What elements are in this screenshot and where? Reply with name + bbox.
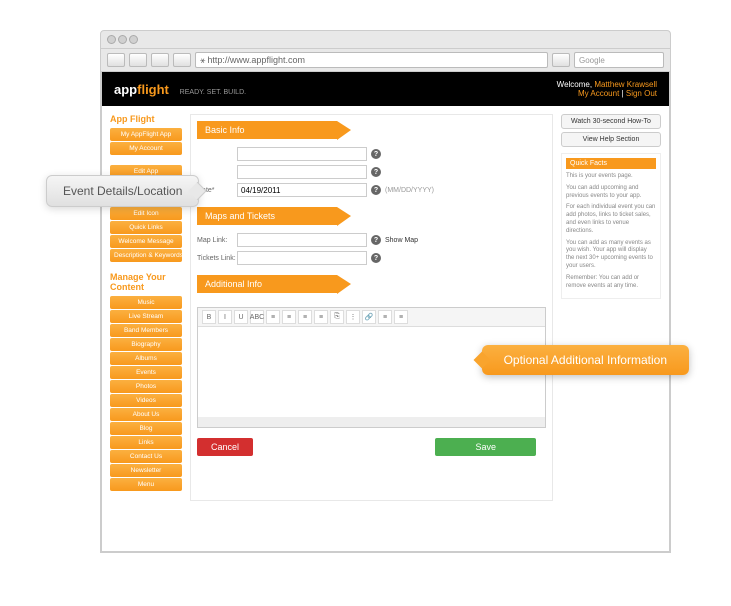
url-text: http://www.appflight.com [207,55,305,65]
location-input[interactable] [237,165,367,179]
sidebar-item[interactable]: Live Stream [110,310,182,323]
sidebar-item[interactable]: Photos [110,380,182,393]
editor-tool-button[interactable]: ≡ [394,310,408,324]
my-account-link[interactable]: My Account [578,89,619,98]
sidebar-section-content: Manage Your Content [110,272,182,292]
main-layout: App Flight My AppFlight AppMy Account Ed… [102,106,669,509]
minimize-window-btn[interactable] [118,35,127,44]
quick-facts-box: Quick Facts This is your events page. Yo… [561,153,661,299]
editor-tool-button[interactable]: U [234,310,248,324]
action-buttons: Cancel Save [197,438,546,456]
editor-tool-button[interactable]: ABC [250,310,264,324]
close-window-btn[interactable] [107,35,116,44]
refresh-button[interactable] [151,53,169,67]
tagline: READY. SET. BUILD. [180,89,246,96]
tickets-link-input[interactable] [237,251,367,265]
editor-tool-button[interactable]: B [202,310,216,324]
editor-tool-button[interactable]: ≡ [266,310,280,324]
save-button[interactable]: Save [435,438,536,456]
sidebar-item[interactable]: Description & Keywords [110,249,182,262]
help-icon[interactable]: ? [371,167,381,177]
quick-fact: You can add upcoming and previous events… [566,185,656,201]
sidebar-item[interactable]: Edit Icon [110,207,182,220]
editor-tool-button[interactable]: 🔗 [362,310,376,324]
map-link-label: Map Link: [197,237,237,244]
editor-tool-button[interactable]: ≡ [298,310,312,324]
search-placeholder: Google [579,56,605,65]
home-button[interactable] [173,53,191,67]
sidebar-item[interactable]: About Us [110,408,182,421]
sign-out-link[interactable]: Sign Out [626,89,657,98]
sidebar: App Flight My AppFlight AppMy Account Ed… [110,114,182,501]
tickets-link-label: Tickets Link: [197,255,237,262]
sidebar-item[interactable]: Events [110,366,182,379]
sidebar-item[interactable]: Quick Links [110,221,182,234]
back-button[interactable] [107,53,125,67]
help-icon[interactable]: ? [371,185,381,195]
sidebar-item[interactable]: Music [110,296,182,309]
map-link-input[interactable] [237,233,367,247]
quick-fact: Remember: You can add or remove events a… [566,275,656,291]
view-help-button[interactable]: View Help Section [561,132,661,147]
logo: appflight [114,82,169,97]
sidebar-item[interactable]: Band Members [110,324,182,337]
cancel-button[interactable]: Cancel [197,438,253,456]
maps-tickets-header: Maps and Tickets [197,207,337,225]
sidebar-item[interactable]: Videos [110,394,182,407]
editor-tool-button[interactable]: ≡ [314,310,328,324]
account-links: My Account | Sign Out [557,89,657,98]
watch-howto-button[interactable]: Watch 30-second How-To [561,114,661,129]
date-input[interactable] [237,183,367,197]
sidebar-item[interactable]: Links [110,436,182,449]
editor-tool-button[interactable]: ⎘ [330,310,344,324]
date-hint: (MM/DD/YYYY) [385,187,434,194]
additional-info-header: Additional Info [197,275,337,293]
sidebar-item[interactable]: Biography [110,338,182,351]
sidebar-item[interactable]: My Account [110,142,182,155]
editor-tool-button[interactable]: ⋮ [346,310,360,324]
right-panel: Watch 30-second How-To View Help Section… [561,114,661,501]
search-bar[interactable]: Google [574,52,664,68]
show-map-link[interactable]: Show Map [385,237,418,244]
editor-tool-button[interactable]: I [218,310,232,324]
welcome-text: Welcome, Matthew Krawsell [557,80,657,89]
logo-area: appflight READY. SET. BUILD. [114,82,246,97]
account-area: Welcome, Matthew Krawsell My Account | S… [557,80,657,98]
reload-button[interactable] [552,53,570,67]
editor-tool-button[interactable]: ≡ [282,310,296,324]
sidebar-item[interactable]: Welcome Message [110,235,182,248]
title-input[interactable] [237,147,367,161]
sidebar-item[interactable]: Blog [110,422,182,435]
quick-facts-header: Quick Facts [566,158,656,169]
help-icon[interactable]: ? [371,253,381,263]
basic-info-header: Basic Info [197,121,337,139]
editor-toolbar: BIUABC≡≡≡≡⎘⋮🔗≡≡ [198,308,545,327]
sidebar-item[interactable]: Newsletter [110,464,182,477]
help-icon[interactable]: ? [371,149,381,159]
sidebar-item[interactable]: My AppFlight App [110,128,182,141]
sidebar-item[interactable]: Contact Us [110,450,182,463]
browser-toolbar: ⚹http://www.appflight.com Google [101,49,670,72]
page-content: appflight READY. SET. BUILD. Welcome, Ma… [101,72,670,552]
editor-footer [198,417,545,427]
quick-fact: For each individual event you can add ph… [566,204,656,235]
forward-button[interactable] [129,53,147,67]
quick-fact: You can add as many events as you wish. … [566,240,656,271]
sidebar-item[interactable]: Menu [110,478,182,491]
editor-tool-button[interactable]: ≡ [378,310,392,324]
maximize-window-btn[interactable] [129,35,138,44]
callout-event-details: Event Details/Location [46,175,199,207]
site-header: appflight READY. SET. BUILD. Welcome, Ma… [102,72,669,106]
sidebar-item[interactable]: Albums [110,352,182,365]
quick-fact: This is your events page. [566,173,656,181]
callout-additional-info: Optional Additional Information [482,345,689,375]
browser-window: ⚹http://www.appflight.com Google appflig… [100,30,671,553]
help-icon[interactable]: ? [371,235,381,245]
center-panel: Basic Info ? ? Date* ? (MM/DD/YYYY) [190,114,553,501]
url-bar[interactable]: ⚹http://www.appflight.com [195,52,548,68]
window-controls [101,31,670,49]
sidebar-section-appflight: App Flight [110,114,182,124]
